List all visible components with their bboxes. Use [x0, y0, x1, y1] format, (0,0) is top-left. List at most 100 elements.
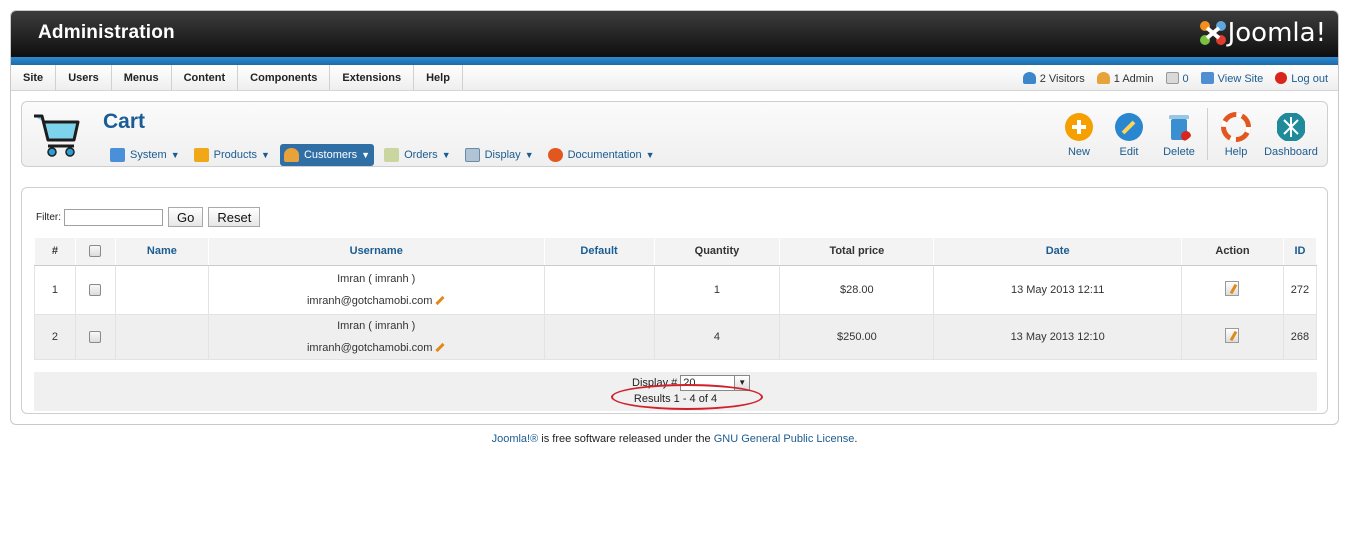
reset-button[interactable]: Reset	[208, 207, 261, 227]
email-line: imranh@gotchamobi.com	[209, 337, 544, 359]
row-number: 1	[34, 264, 76, 315]
row-checkbox[interactable]	[89, 330, 102, 343]
row-date: 13 May 2013 12:11	[933, 264, 1183, 315]
submenu-documentation[interactable]: Documentation ▼	[544, 144, 659, 166]
go-button[interactable]: Go	[168, 207, 204, 227]
row-date: 13 May 2013 12:10	[933, 313, 1183, 360]
chevron-down-icon: ▼	[261, 150, 270, 160]
joomla-logo: Joomla!	[1198, 18, 1326, 48]
row-username: Imran ( imranh ) imranh@gotchamobi.com	[207, 313, 545, 360]
row-action	[1181, 264, 1284, 315]
tools-icon	[110, 148, 125, 162]
logout-link[interactable]: Log out	[1275, 71, 1328, 85]
filter-bar: Filter: Go Reset	[36, 207, 261, 227]
row-name	[114, 313, 209, 360]
email-text: imranh@gotchamobi.com	[306, 294, 433, 307]
logout-icon	[1275, 71, 1288, 84]
col-date[interactable]: Date	[933, 238, 1183, 266]
edit-icon[interactable]	[1225, 280, 1240, 296]
chevron-down-icon: ▼	[645, 150, 655, 160]
filter-input[interactable]	[64, 208, 163, 226]
chevron-down-icon: ▼	[524, 150, 534, 160]
chevron-down-icon: ▼	[170, 150, 180, 160]
license-text: is free software released under the	[538, 433, 714, 445]
email-line: imranh@gotchamobi.com	[209, 290, 544, 312]
lifebuoy-icon	[547, 148, 563, 162]
menu-components[interactable]: Components	[238, 65, 331, 91]
row-quantity: 4	[653, 313, 781, 360]
submenu-display[interactable]: Display ▼	[461, 144, 538, 166]
admin-user-icon	[1096, 71, 1110, 84]
joomla-link[interactable]: Joomla!®	[492, 433, 539, 445]
visitors-icon	[1022, 71, 1036, 84]
pencil-icon[interactable]	[435, 342, 446, 353]
customers-table: # Name Username Default Quantity Total p…	[34, 238, 1318, 360]
row-id: 268	[1282, 313, 1318, 360]
plus-icon	[1065, 113, 1093, 141]
table-header-row: # Name Username Default Quantity Total p…	[34, 238, 1318, 266]
display-icon	[464, 148, 480, 162]
submenu-system[interactable]: System ▼	[106, 144, 184, 166]
page-title: Cart	[103, 110, 146, 133]
select-all-checkbox[interactable]	[89, 245, 102, 258]
table-row: 1 Imran ( imranh ) imranh@gotchamobi.com…	[34, 264, 1318, 315]
chevron-down-icon: ▼	[441, 150, 451, 160]
component-toolbar: Cart System ▼ Products ▼ Customers ▼ Orders…	[21, 101, 1328, 167]
cart-icon	[34, 114, 80, 157]
box-icon	[193, 148, 209, 162]
col-default[interactable]: Default	[543, 238, 655, 266]
row-total-price: $250.00	[779, 313, 935, 360]
col-name[interactable]: Name	[114, 238, 209, 266]
table-row: 2 Imran ( imranh ) imranh@gotchamobi.com…	[34, 313, 1318, 360]
lifebuoy-icon	[1221, 112, 1251, 142]
header-accent-bar	[11, 57, 1338, 65]
col-select-all	[74, 238, 116, 266]
row-id: 272	[1282, 264, 1318, 315]
chevron-down-icon: ▼	[361, 150, 371, 160]
toolbar-separator	[1207, 108, 1208, 160]
submenu-customers[interactable]: Customers ▼	[279, 144, 375, 166]
orders-icon	[384, 148, 400, 162]
menu-content[interactable]: Content	[172, 65, 239, 91]
menu-extensions[interactable]: Extensions	[330, 65, 415, 91]
username-text: Imran ( imranh )	[337, 272, 416, 285]
menu-help[interactable]: Help	[414, 65, 463, 91]
license-footer: Joomla!® is free software released under…	[0, 433, 1349, 445]
menu-site[interactable]: Site	[11, 65, 57, 91]
messages-status[interactable]: 0	[1165, 71, 1189, 85]
pencil-icon[interactable]	[435, 295, 446, 306]
col-id[interactable]: ID	[1282, 238, 1318, 266]
row-default	[543, 264, 655, 315]
help-button[interactable]: Help	[1211, 108, 1261, 164]
admin-title: Administration	[38, 22, 175, 43]
new-button[interactable]: New	[1054, 108, 1104, 164]
row-default	[543, 313, 655, 360]
email-text: imranh@gotchamobi.com	[306, 341, 433, 354]
users-icon	[283, 148, 299, 162]
dashboard-button[interactable]: Dashboard	[1261, 108, 1321, 164]
main-menu-bar: Site Users Menus Content Components Exte…	[11, 65, 1338, 91]
row-select	[74, 313, 116, 360]
messages-icon	[1165, 71, 1179, 84]
edit-icon[interactable]	[1225, 327, 1240, 343]
delete-button[interactable]: Delete	[1154, 108, 1204, 164]
menu-users[interactable]: Users	[56, 65, 112, 91]
submenu-products[interactable]: Products ▼	[190, 144, 274, 166]
dashboard-icon	[1277, 113, 1305, 141]
row-quantity: 1	[653, 264, 781, 315]
row-checkbox[interactable]	[89, 283, 102, 296]
gpl-link[interactable]: GNU General Public License	[714, 433, 855, 445]
visitors-status: 2 Visitors	[1022, 71, 1085, 85]
row-username: Imran ( imranh ) imranh@gotchamobi.com	[207, 264, 545, 315]
edit-button[interactable]: Edit	[1104, 108, 1154, 164]
joomla-logo-text: Joomla!	[1227, 18, 1326, 48]
toolbar-buttons: New Edit Delete Help Dashboard	[1054, 108, 1321, 164]
col-total-price: Total price	[779, 238, 935, 266]
view-site-link[interactable]: View Site	[1200, 71, 1263, 85]
col-number: #	[34, 238, 76, 266]
menu-menus[interactable]: Menus	[112, 65, 172, 91]
col-username[interactable]: Username	[207, 238, 545, 266]
admins-status: 1 Admin	[1096, 71, 1154, 85]
submenu-orders[interactable]: Orders ▼	[380, 144, 455, 166]
content-panel: Filter: Go Reset # Name Username Default…	[21, 187, 1328, 414]
